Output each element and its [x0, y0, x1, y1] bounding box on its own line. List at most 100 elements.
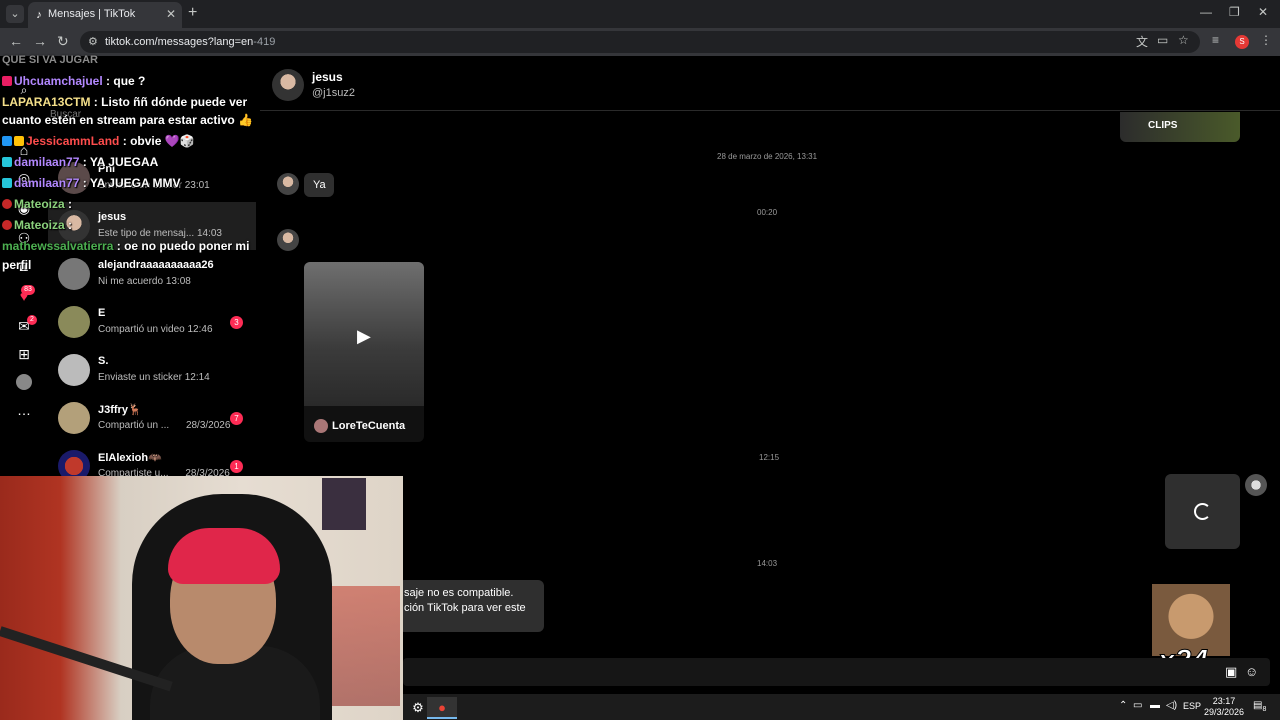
conversation-name: S. — [98, 355, 109, 367]
messages-badge: 2 — [27, 315, 37, 325]
translate-icon[interactable]: 文 — [1136, 33, 1148, 50]
activity-badge: 83 — [21, 285, 35, 295]
new-tab-button[interactable]: + — [188, 4, 197, 22]
avatar — [58, 258, 90, 290]
sub-badge-icon — [2, 76, 12, 86]
reading-list-icon[interactable]: ≡ — [1212, 33, 1219, 47]
avatar — [58, 354, 90, 386]
chat-message: perfil — [2, 258, 32, 272]
clock-time: 23:17 — [1212, 696, 1236, 706]
conversation-preview: Compartiste u... 28/3/2026 — [98, 468, 230, 476]
clip-label: CLIPS — [1148, 120, 1178, 131]
webcam-overlay — [0, 476, 403, 720]
language-indicator[interactable]: ESP — [1183, 701, 1201, 711]
loading-message — [1165, 474, 1240, 549]
chat-message: JessicammLand : obvie 💜🎲 — [2, 134, 195, 148]
message-timestamp: 14:03 — [757, 559, 778, 568]
message-timestamp: 12:15 — [759, 453, 780, 462]
gif-icon[interactable]: ▣ — [1225, 664, 1237, 680]
loading-spinner-icon — [1194, 503, 1211, 520]
reload-button[interactable]: ↻ — [57, 33, 69, 50]
contact-name[interactable]: jesus — [312, 70, 343, 84]
avatar — [58, 402, 90, 434]
profile-avatar[interactable]: S — [1235, 35, 1249, 49]
message-timestamp: 00:20 — [757, 208, 778, 217]
unread-badge: 1 — [230, 460, 243, 473]
badge-icon — [2, 220, 12, 230]
conversation-item[interactable]: alejandraaaaaaaaaa26 Ni me acuerdo 13:08 — [48, 250, 256, 298]
site-info-icon[interactable]: ⚙ — [88, 35, 98, 48]
wall-poster — [322, 478, 366, 530]
streamer-hair — [168, 528, 280, 584]
chat-message: damilaan77 : YA JUEGAA — [2, 155, 158, 169]
shared-clip-thumbnail[interactable]: CLIPS — [1120, 112, 1240, 142]
conversation-preview: Compartió un ... 28/3/2026 — [98, 420, 231, 431]
chat-message: cuanto estén en stream para estar activo… — [2, 113, 254, 127]
conversation-name: ElAlexioh🦇 — [98, 452, 162, 464]
conversation-item[interactable]: J3ffry🦌 Compartió un ... 28/3/2026 7 — [48, 394, 256, 442]
conversation-item[interactable]: ElAlexioh🦇 Compartiste u... 28/3/2026 1 — [48, 442, 256, 476]
badge-icon — [2, 199, 12, 209]
conversation-preview: Enviaste un sticker 12:14 — [98, 372, 210, 383]
chrome-icon[interactable]: ● — [427, 697, 457, 719]
message-timestamp: 28 de marzo de 2026, 13:31 — [717, 152, 818, 161]
badge-icon — [2, 178, 12, 188]
tiktok-favicon-icon: ♪ — [36, 9, 42, 21]
unsupported-line-2: ción TikTok para ver este — [404, 602, 526, 614]
conversation-name: alejandraaaaaaaaaa26 — [98, 259, 214, 271]
profile-icon[interactable] — [16, 374, 32, 390]
shared-video-card[interactable]: ▶ LoreTeCuenta — [304, 262, 424, 442]
unread-badge: 3 — [230, 316, 243, 329]
browser-toolbar: ← → ↻ ⚙ tiktok.com/messages?lang=en-419 … — [0, 28, 1280, 56]
conversation-preview: Compartió un video 12:46 — [98, 324, 213, 335]
upload-icon[interactable]: ⊞ — [16, 346, 32, 362]
cast-icon[interactable]: ▭ — [1157, 33, 1168, 47]
more-icon[interactable]: … — [16, 402, 32, 418]
badge-icon — [14, 136, 24, 146]
volume-icon[interactable]: ◁) — [1166, 700, 1177, 711]
tab-search-button[interactable]: ⌄ — [6, 5, 24, 23]
tab-tiktok[interactable]: ♪ Mensajes | TikTok ✕ — [28, 2, 182, 28]
windows-taskbar: ⚙ ● ⌃ ▭ ▬ ◁) ESP 23:17 29/3/2026 ▤8 — [403, 694, 1280, 720]
tab-close-icon[interactable]: ✕ — [166, 7, 176, 21]
avatar — [58, 306, 90, 338]
chat-header: jesus @j1suz2 — [260, 56, 1280, 111]
own-avatar[interactable] — [1245, 474, 1267, 496]
back-button[interactable]: ← — [9, 33, 23, 49]
tray-chevron-icon[interactable]: ⌃ — [1119, 700, 1127, 711]
forward-button[interactable]: → — [33, 33, 47, 49]
sender-avatar[interactable] — [277, 173, 299, 195]
notification-icon[interactable]: ▤8 — [1253, 700, 1266, 713]
chat-message: Uhcuamchajuel : que ? — [2, 74, 145, 88]
address-bar[interactable]: ⚙ tiktok.com/messages?lang=en-419 — [80, 31, 1200, 53]
message-text: Ya — [313, 179, 326, 191]
network-icon[interactable]: ▭ — [1133, 700, 1142, 711]
contact-avatar[interactable] — [272, 69, 304, 101]
chat-message: QUE SI VA JUGAR — [2, 54, 98, 66]
system-clock[interactable]: 23:17 29/3/2026 — [1204, 696, 1244, 718]
emoji-icon[interactable]: ☺ — [1245, 664, 1258, 679]
video-author-name[interactable]: LoreTeCuenta — [332, 420, 405, 432]
chat-message: mathewssalvatierra : oe no puedo poner m… — [2, 239, 250, 253]
video-author-avatar — [314, 419, 328, 433]
battery-icon[interactable]: ▬ — [1150, 700, 1160, 711]
sender-avatar[interactable] — [277, 229, 299, 251]
message-bubble[interactable]: Ya — [304, 173, 334, 197]
badge-icon — [2, 136, 12, 146]
message-composer[interactable]: ▣ ☺ — [403, 658, 1270, 686]
chat-message: damilaan77 : YA JUEGA MMV — [2, 176, 181, 190]
close-window-button[interactable]: ✕ — [1258, 5, 1268, 19]
avatar — [58, 450, 90, 476]
play-icon[interactable]: ▶ — [357, 326, 371, 347]
unsupported-message-bubble: saje no es compatible. ción TikTok para … — [398, 580, 544, 632]
clock-date: 29/3/2026 — [1204, 707, 1245, 717]
minimize-button[interactable]: — — [1200, 5, 1212, 19]
conversation-item[interactable]: E Compartió un video 12:46 3 — [48, 298, 256, 346]
restore-button[interactable]: ❐ — [1229, 5, 1240, 19]
browser-menu-icon[interactable]: ⋮ — [1260, 33, 1272, 47]
conversation-name: J3ffry🦌 — [98, 404, 142, 416]
bookmark-star-icon[interactable]: ☆ — [1178, 33, 1189, 47]
conversation-preview: Este tipo de mensaj... 14:03 — [98, 228, 222, 239]
conversation-item[interactable]: S. Enviaste un sticker 12:14 — [48, 346, 256, 394]
conversation-preview: Ni me acuerdo 13:08 — [98, 276, 191, 287]
